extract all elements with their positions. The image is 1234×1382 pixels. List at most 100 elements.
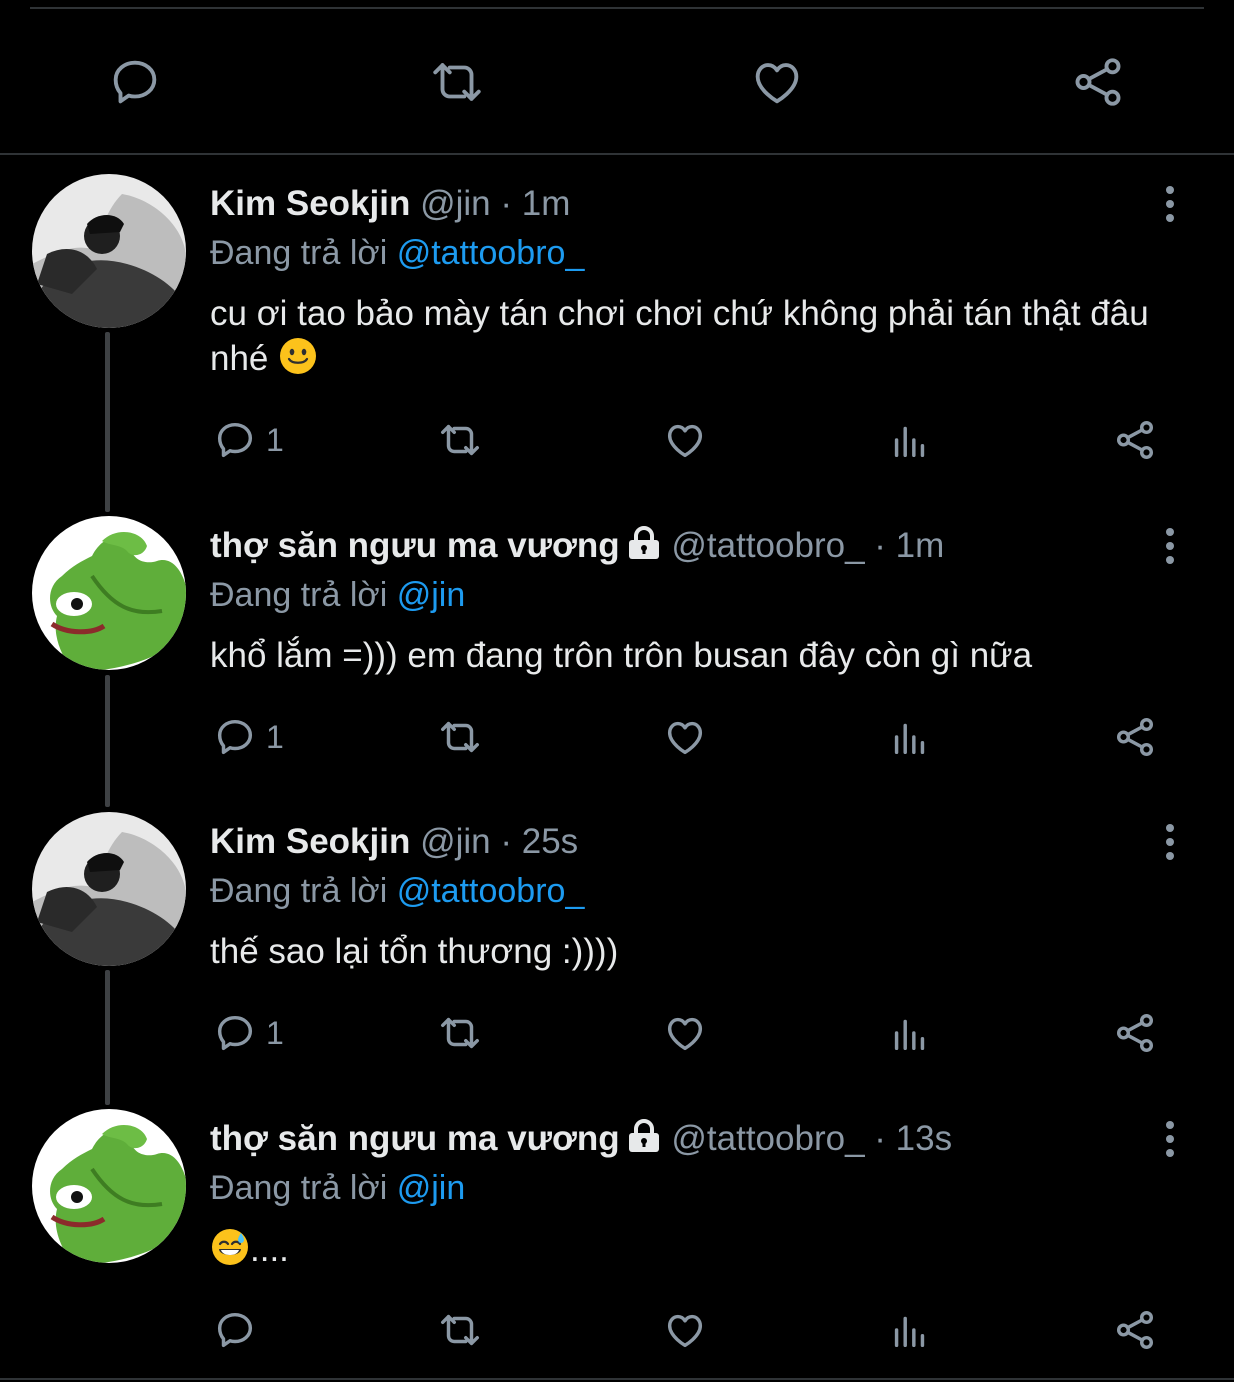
avatar[interactable]: [32, 174, 186, 328]
lock-icon: [626, 526, 662, 571]
reply-button[interactable]: 1: [212, 707, 284, 767]
retweet-button[interactable]: [437, 1003, 483, 1063]
display-name[interactable]: Kim Seokjin: [210, 822, 410, 861]
avatar-image: [32, 174, 186, 328]
tweet-text-content: cu ơi tao bảo mày tán chơi chơi chứ khôn…: [210, 294, 1149, 378]
analytics-button[interactable]: [887, 707, 933, 767]
share-button[interactable]: [1068, 52, 1128, 112]
reply-button[interactable]: [212, 1300, 266, 1360]
reply-icon: [217, 422, 253, 458]
replying-to: Đang trả lời @jin: [210, 573, 465, 617]
bottom-divider: [0, 1378, 1234, 1380]
more-vertical-icon: [1166, 186, 1174, 222]
more-options-button[interactable]: [1150, 524, 1190, 568]
tweet-header: thợ săn ngưu ma vương @tattoobro_ · 1m: [210, 524, 944, 571]
tweet-actions: 1: [0, 410, 1234, 470]
reply-count: 1: [266, 718, 284, 755]
avatar[interactable]: [32, 516, 186, 670]
share-icon: [1075, 58, 1121, 106]
replying-to-label: Đang trả lời: [210, 234, 388, 272]
analytics-button[interactable]: [887, 1003, 933, 1063]
share-button[interactable]: [1112, 1003, 1158, 1063]
share-button[interactable]: [1112, 707, 1158, 767]
tweet-text: cu ơi tao bảo mày tán chơi chơi chứ khôn…: [210, 292, 1170, 387]
retweet-icon: [441, 721, 479, 753]
like-button[interactable]: [662, 1300, 708, 1360]
display-name[interactable]: Kim Seokjin: [210, 184, 410, 223]
handle[interactable]: @tattoobro_: [671, 526, 864, 565]
more-options-button[interactable]: [1150, 1117, 1190, 1161]
share-icon: [1116, 421, 1154, 459]
reply-button[interactable]: [105, 52, 165, 112]
like-button[interactable]: [662, 707, 708, 767]
retweet-button[interactable]: [437, 410, 483, 470]
more-options-button[interactable]: [1150, 820, 1190, 864]
timestamp[interactable]: · 1m: [874, 526, 944, 565]
tweet-text-content: ....: [250, 1230, 289, 1269]
like-button[interactable]: [747, 52, 807, 112]
lock-icon: [626, 1119, 662, 1164]
handle[interactable]: @tattoobro_: [671, 1119, 864, 1158]
analytics-button[interactable]: [887, 1300, 933, 1360]
more-vertical-icon: [1166, 528, 1174, 564]
section-divider: [0, 153, 1234, 155]
more-options-button[interactable]: [1150, 182, 1190, 226]
top-divider: [30, 7, 1204, 9]
timestamp[interactable]: · 25s: [500, 822, 578, 861]
like-icon: [667, 1017, 703, 1051]
more-vertical-icon: [1166, 824, 1174, 860]
reply-icon: [113, 60, 157, 104]
timestamp[interactable]: · 1m: [500, 184, 570, 223]
tweet-text: thế sao lại tổn thương :)))): [210, 930, 1170, 974]
retweet-button[interactable]: [427, 52, 487, 112]
reply-icon: [217, 1015, 253, 1051]
analytics-button[interactable]: [887, 410, 933, 470]
replying-to-label: Đang trả lời: [210, 1169, 388, 1207]
mention-link[interactable]: @jin: [397, 1169, 466, 1207]
share-icon: [1116, 1014, 1154, 1052]
grinning-face-with-sweat-icon: [210, 1227, 250, 1278]
tweet-header: Kim Seokjin @jin · 1m: [210, 182, 570, 226]
analytics-icon: [894, 723, 925, 755]
mention-link[interactable]: @jin: [397, 576, 466, 614]
share-button[interactable]: [1112, 1300, 1158, 1360]
reply-icon: [217, 1312, 253, 1348]
display-name[interactable]: thợ săn ngưu ma vương: [210, 1119, 620, 1158]
handle[interactable]: @jin: [420, 184, 491, 223]
tweet-text: ....: [210, 1227, 1170, 1278]
tweet-actions: 1: [0, 707, 1234, 767]
reply-count: 1: [266, 1014, 284, 1051]
slightly-smiling-face-icon: [278, 336, 318, 387]
reply-button[interactable]: 1: [212, 410, 284, 470]
share-button[interactable]: [1112, 410, 1158, 470]
tweet-text: khổ lắm =))) em đang trôn trôn busan đây…: [210, 634, 1170, 678]
replying-to: Đang trả lời @jin: [210, 1166, 465, 1210]
like-icon: [667, 1314, 703, 1348]
reply-count: 1: [266, 421, 284, 458]
retweet-icon: [441, 1314, 479, 1346]
tweet-header: thợ săn ngưu ma vương @tattoobro_ · 13s: [210, 1117, 952, 1164]
reply-button[interactable]: 1: [212, 1003, 284, 1063]
main-tweet-actions: [0, 40, 1234, 120]
mention-link[interactable]: @tattoobro_: [397, 234, 585, 272]
like-button[interactable]: [662, 1003, 708, 1063]
tweet-text-content: khổ lắm =))) em đang trôn trôn busan đây…: [210, 636, 1033, 675]
avatar-image: [32, 516, 186, 670]
avatar[interactable]: [32, 812, 186, 966]
tweet-actions: 1: [0, 1003, 1234, 1063]
handle[interactable]: @jin: [420, 822, 491, 861]
analytics-icon: [894, 1019, 925, 1051]
like-button[interactable]: [662, 410, 708, 470]
share-icon: [1116, 1311, 1154, 1349]
mention-link[interactable]: @tattoobro_: [397, 872, 585, 910]
retweet-icon: [441, 424, 479, 456]
retweet-button[interactable]: [437, 1300, 483, 1360]
analytics-icon: [894, 426, 925, 458]
analytics-icon: [894, 1316, 925, 1348]
replying-to: Đang trả lời @tattoobro_: [210, 869, 584, 913]
display-name[interactable]: thợ săn ngưu ma vương: [210, 526, 620, 565]
timestamp[interactable]: · 13s: [874, 1119, 952, 1158]
retweet-button[interactable]: [437, 707, 483, 767]
avatar[interactable]: [32, 1109, 186, 1263]
tweet-text-content: thế sao lại tổn thương :)))): [210, 932, 619, 971]
